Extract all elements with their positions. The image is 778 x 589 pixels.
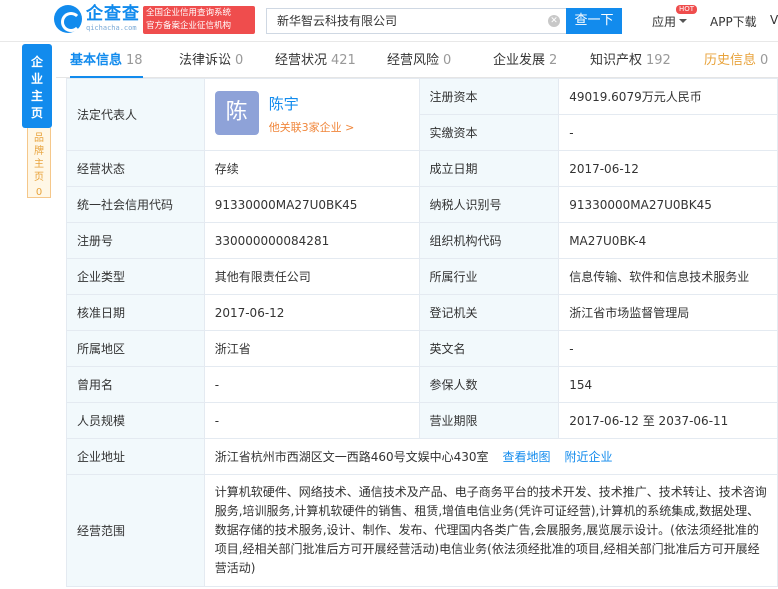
field-label: 参保人数	[418, 366, 560, 403]
field-value: 2017-06-12 至 2037-06-11	[558, 402, 778, 439]
field-value: 其他有限责任公司	[203, 258, 420, 295]
search-input[interactable]: 新华智云科技有限公司	[266, 8, 566, 34]
field-value: 2017-06-12	[203, 294, 420, 331]
site-logo[interactable]: 企查查 qichacha.com	[54, 5, 140, 33]
field-label: 登记机关	[418, 294, 560, 331]
side-tab-brand-home[interactable]: 品牌主页 0	[27, 128, 51, 198]
field-label: 曾用名	[66, 366, 205, 403]
tab-count: 0	[760, 53, 769, 68]
field-label: 营业期限	[418, 402, 560, 439]
field-value: MA27U0BK-4	[558, 222, 778, 259]
field-value: -	[203, 402, 420, 439]
tab-label: 企业发展	[493, 53, 546, 68]
field-label: 纳税人识别号	[418, 186, 560, 223]
field-label: 所属行业	[418, 258, 560, 295]
field-label: 实缴资本	[418, 114, 560, 151]
field-label: 企业地址	[66, 438, 205, 475]
basic-info-table: 法定代表人 陈 陈宇 他关联3家企业 > 注册资本 49019.6079万元人民…	[66, 78, 778, 587]
field-value: 浙江省	[203, 330, 420, 367]
field-label: 统一社会信用代码	[66, 186, 205, 223]
field-value: 浙江省市场监督管理局	[558, 294, 778, 331]
nearby-companies-link[interactable]: 附近企业	[565, 450, 613, 464]
section-tabs: 基本信息 18 法律诉讼 0 经营状况 421 经营风险 0 企业发展 2 知识产权 192…	[56, 44, 778, 78]
tab-count: 0	[443, 53, 452, 68]
field-value: 信息传输、软件和信息技术服务业	[558, 258, 778, 295]
field-label: 经营范围	[66, 474, 205, 587]
search-button[interactable]: 查一下	[566, 8, 622, 34]
tab-ip[interactable]: 知识产权 192	[590, 44, 671, 78]
tab-label: 经营风险	[387, 53, 440, 68]
side-tab-company-home[interactable]: 企业主页	[22, 44, 52, 128]
nav-app-download[interactable]: APP下载	[710, 13, 757, 30]
tab-label: 知识产权	[590, 53, 643, 68]
slogan-line-2: 官方备案企业征信机构	[146, 21, 232, 31]
tab-development[interactable]: 企业发展 2	[493, 44, 557, 78]
tab-operations[interactable]: 经营状况 421	[275, 44, 356, 78]
address-value: 浙江省杭州市西湖区文一西路460号文娱中心430室	[214, 450, 489, 464]
field-value: 91330000MA27U0BK45	[558, 186, 778, 223]
legal-rep-related-link[interactable]: 他关联3家企业 >	[269, 119, 355, 135]
field-value: 91330000MA27U0BK45	[203, 186, 420, 223]
tab-count: 192	[646, 53, 671, 68]
tab-count: 421	[331, 53, 356, 68]
tab-risk[interactable]: 经营风险 0	[387, 44, 451, 78]
field-value: 存续	[203, 150, 420, 187]
chevron-down-icon	[679, 19, 688, 27]
nav-apps-label: 应用	[652, 15, 677, 29]
avatar: 陈	[214, 91, 259, 135]
field-value: -	[203, 366, 420, 403]
clear-icon[interactable]: ✕	[548, 15, 560, 27]
side-tab-company-home-label: 企业主页	[30, 55, 43, 120]
field-label: 所属地区	[66, 330, 205, 367]
business-scope-value: 计算机软硬件、网络技术、通信技术及产品、电子商务平台的技术开发、技术推广、技术转…	[203, 474, 778, 587]
legal-rep-name[interactable]: 陈宇	[269, 93, 299, 114]
field-label: 英文名	[418, 330, 560, 367]
field-label: 成立日期	[418, 150, 560, 187]
logo-domain: qichacha.com	[86, 24, 137, 32]
field-value: -	[558, 114, 778, 151]
legal-rep-cell: 陈 陈宇 他关联3家企业 >	[203, 78, 420, 151]
field-label: 注册号	[66, 222, 205, 259]
top-header: 企查查 qichacha.com 全国企业信用查询系统 官方备案企业征信机构 新…	[0, 0, 778, 42]
tab-basic-info[interactable]: 基本信息 18	[70, 44, 143, 78]
field-label: 人员规模	[66, 402, 205, 439]
field-label: 核准日期	[66, 294, 205, 331]
field-label: 注册资本	[418, 78, 560, 115]
field-value: 154	[558, 366, 778, 403]
tab-label: 基本信息	[70, 53, 123, 68]
nav-apps-menu[interactable]: 应用	[652, 13, 688, 30]
tab-count: 18	[126, 53, 143, 68]
slogan-badge: 全国企业信用查询系统 官方备案企业征信机构	[143, 6, 255, 34]
logo-name: 企查查	[86, 4, 140, 24]
tab-legal[interactable]: 法律诉讼 0	[179, 44, 243, 78]
tab-label: 法律诉讼	[179, 53, 232, 68]
legal-rep-label: 法定代表人	[66, 78, 205, 151]
view-map-link[interactable]: 查看地图	[503, 450, 551, 464]
field-label: 经营状态	[66, 150, 205, 187]
nav-vip[interactable]: V	[770, 13, 778, 27]
field-value: -	[558, 330, 778, 367]
field-label: 企业类型	[66, 258, 205, 295]
logo-icon	[54, 5, 82, 33]
slogan-line-1: 全国企业信用查询系统	[146, 8, 232, 18]
field-value: 2017-06-12	[558, 150, 778, 187]
tab-label: 历史信息	[704, 53, 757, 68]
tab-label: 经营状况	[275, 53, 328, 68]
tab-history[interactable]: 历史信息 0	[704, 44, 768, 78]
side-tab-brand-home-label: 品牌主页	[34, 133, 44, 183]
tab-count: 2	[549, 53, 558, 68]
side-tab-brand-count: 0	[35, 187, 43, 198]
field-label: 组织机构代码	[418, 222, 560, 259]
address-cell: 浙江省杭州市西湖区文一西路460号文娱中心430室 查看地图 附近企业	[203, 438, 778, 475]
tab-count: 0	[235, 53, 244, 68]
field-value: 49019.6079万元人民币	[558, 78, 778, 115]
field-value: 330000000084281	[203, 222, 420, 259]
hot-badge: HOT	[676, 5, 698, 14]
